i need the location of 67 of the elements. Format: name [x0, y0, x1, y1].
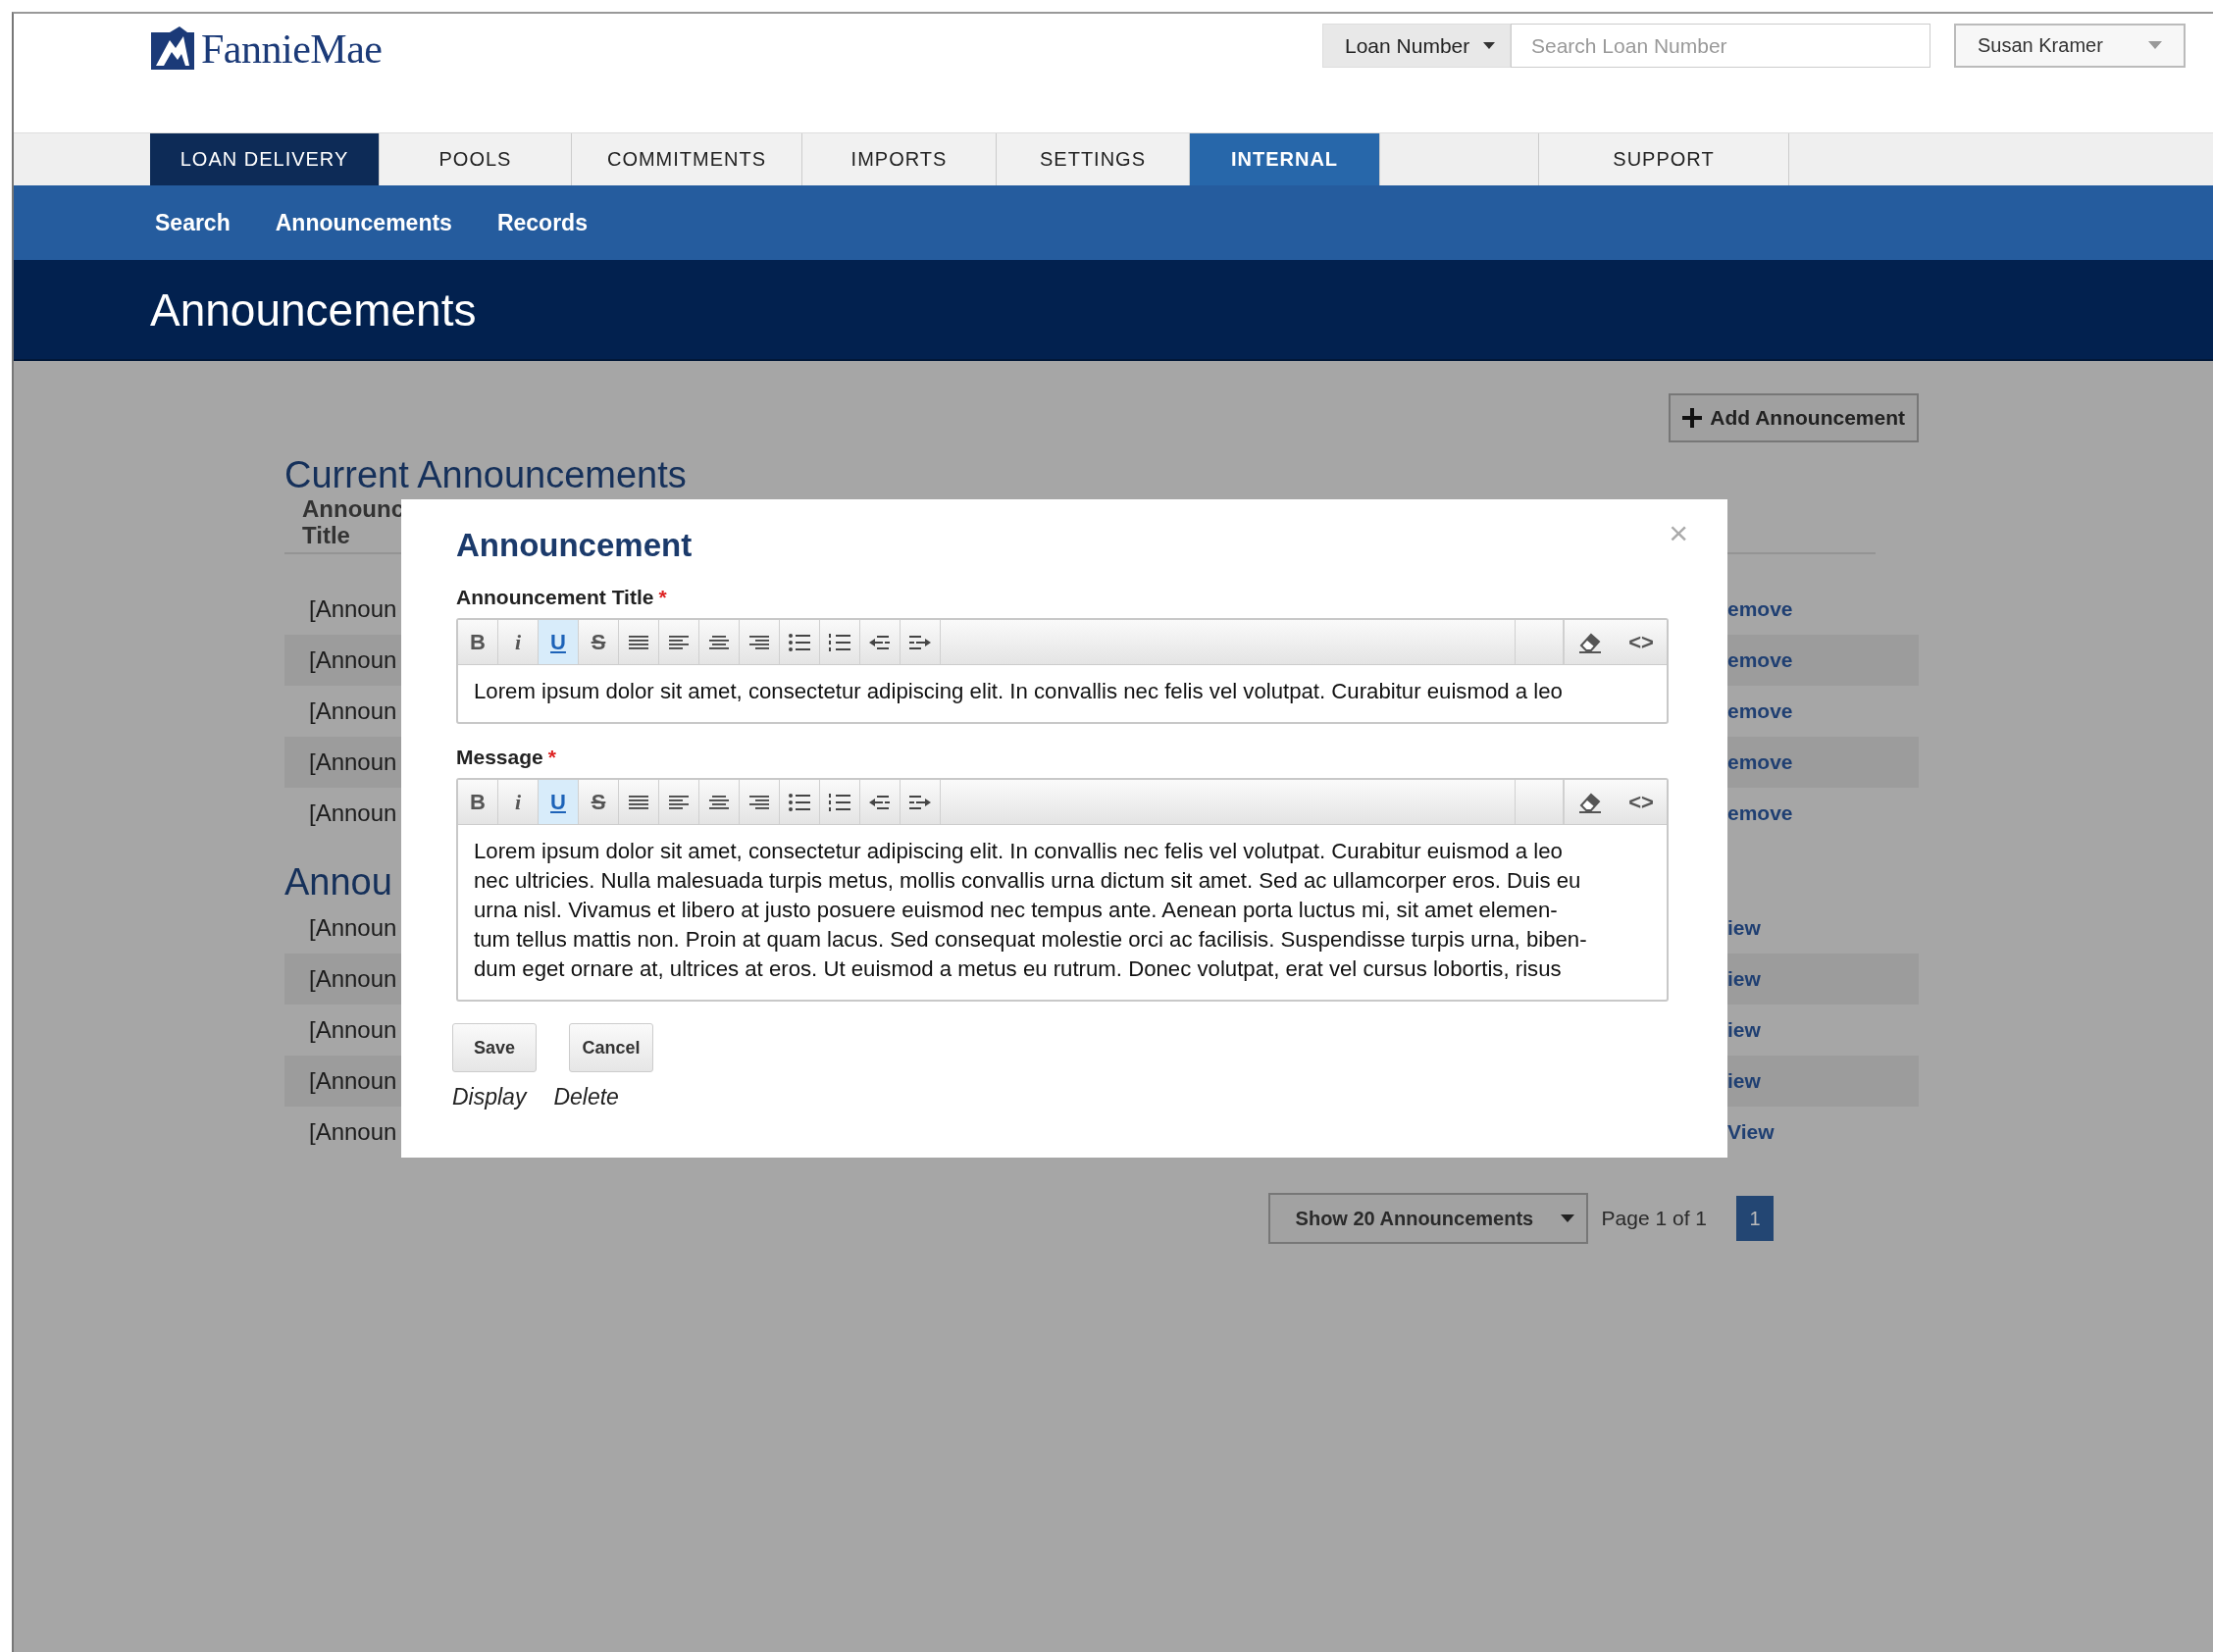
row-action-link[interactable]: iew — [1727, 916, 1919, 940]
bullet-list-icon — [788, 632, 811, 652]
numbered-list-icon — [828, 792, 851, 812]
row-action-link[interactable]: iew — [1727, 1018, 1919, 1042]
code-view-button[interactable]: <> — [1616, 620, 1667, 664]
table-cell: [Announ — [309, 646, 397, 674]
table-cell: [Announ — [309, 749, 397, 776]
page-info: Page 1 of 1 — [1601, 1207, 1707, 1230]
required-mark: * — [547, 746, 556, 768]
strike-button[interactable]: S — [579, 780, 619, 824]
field-label: Message — [456, 746, 543, 768]
row-action-link[interactable]: iew — [1727, 967, 1919, 991]
search-field[interactable]: Search Loan Number — [1511, 24, 1930, 68]
bullet-list-icon — [788, 792, 811, 812]
user-dropdown[interactable]: Susan Kramer — [1954, 24, 2186, 68]
rich-text-editor[interactable]: B i U S <> Lorem ipsum dolor sit amet, consectetur adipiscing elit. In convallis nec felis vel volutpat. Curabitur euismod a leo — [456, 618, 1669, 724]
field-label: Announcement Title — [456, 586, 654, 608]
table-cell: [Announ — [309, 595, 397, 623]
dialog-link[interactable]: Delete — [553, 1084, 619, 1110]
dialog-button[interactable]: Save — [452, 1023, 537, 1072]
nav-tab[interactable]: LOAN DELIVERY — [150, 133, 380, 185]
page-size-dropdown[interactable]: Show 20 Announcements — [1267, 1193, 1588, 1244]
underline-button[interactable]: U — [539, 780, 579, 824]
logo-text: FannieMae — [201, 26, 383, 73]
caret-icon — [2148, 41, 2162, 50]
sub-nav-link[interactable]: Records — [496, 209, 588, 236]
table-cell: [Announ — [309, 800, 397, 827]
page-button[interactable]: 1 — [1736, 1196, 1774, 1241]
table-cell: [Announ — [309, 1118, 397, 1146]
section-heading: Current Announcements — [284, 454, 687, 495]
page-title: Announcements — [150, 283, 477, 336]
dialog-link[interactable]: Display — [452, 1084, 527, 1110]
table-cell: [Announ — [309, 697, 397, 725]
strike-button[interactable]: S — [579, 620, 619, 664]
row-action-link[interactable]: emove — [1727, 750, 1919, 774]
table-cell: [Announ — [309, 1016, 397, 1044]
sub-nav-link[interactable]: Search — [155, 209, 231, 236]
table-cell: [Announ — [309, 914, 397, 942]
caret-icon — [1560, 1213, 1574, 1223]
required-mark: * — [658, 586, 667, 608]
bold-button[interactable]: B — [458, 620, 498, 664]
code-view-button[interactable]: <> — [1616, 780, 1667, 824]
editor-text: Lorem ipsum dolor sit amet, consectetur adipiscing elit. In convallis nec felis vel volutpat. Curabitur euismod a leo — [473, 678, 1564, 705]
numbered-list-icon — [828, 632, 851, 652]
dialog-button[interactable]: Cancel — [569, 1023, 653, 1072]
section-heading: Annou — [284, 861, 392, 903]
plus-icon — [1682, 408, 1703, 428]
sub-nav-link[interactable]: Announcements — [275, 209, 452, 236]
nav-tab[interactable]: INTERNAL — [1190, 133, 1380, 185]
editor-text: Lorem ipsum dolor sit amet, consectetur adipiscing elit. In convallis nec felis vel volutpat. Curabitur euismod a leo nec ultricies. Nulla malesuada turpis metus, mollis convallis urna dictum sit amet. Sed ac ullamcorper eros. Duis eu urna nisl. Vivamus et libero at justo posuere euismod nec tempus ante. Aenean porta luctus mi, sit amet elemen- tum tellus mattis non. Proin at quam lacus. Sed consequat molestie orci ac facilisis. Suspendisse turpis urna, biben- dum eget ornare at, ultrices at eros. Ut euismod a metus eu rutrum. Donec volutpat, erat vel cursus lobortis, risus — [473, 838, 1588, 983]
row-action-link[interactable]: View — [1727, 1120, 1919, 1144]
bold-button[interactable]: B — [458, 780, 498, 824]
rich-text-editor[interactable] — [456, 778, 1669, 1002]
row-action-link[interactable]: emove — [1727, 648, 1919, 672]
row-action-link[interactable]: emove — [1727, 699, 1919, 723]
dialog-title: Announcement — [456, 527, 693, 564]
search-scope-dropdown[interactable]: Loan Number — [1322, 24, 1511, 68]
caret-icon — [1483, 41, 1496, 50]
underline-button[interactable]: U — [539, 620, 579, 664]
add-announcement-button[interactable]: Add Announcement — [1669, 393, 1919, 442]
table-cell: [Announ — [309, 965, 397, 993]
row-action-link[interactable]: emove — [1727, 801, 1919, 825]
column-header: Announc Title — [302, 495, 404, 548]
row-action-link[interactable]: emove — [1727, 597, 1919, 621]
row-action-link[interactable]: iew — [1727, 1069, 1919, 1093]
logo-icon — [150, 26, 195, 72]
table-cell: [Announ — [309, 1067, 397, 1095]
